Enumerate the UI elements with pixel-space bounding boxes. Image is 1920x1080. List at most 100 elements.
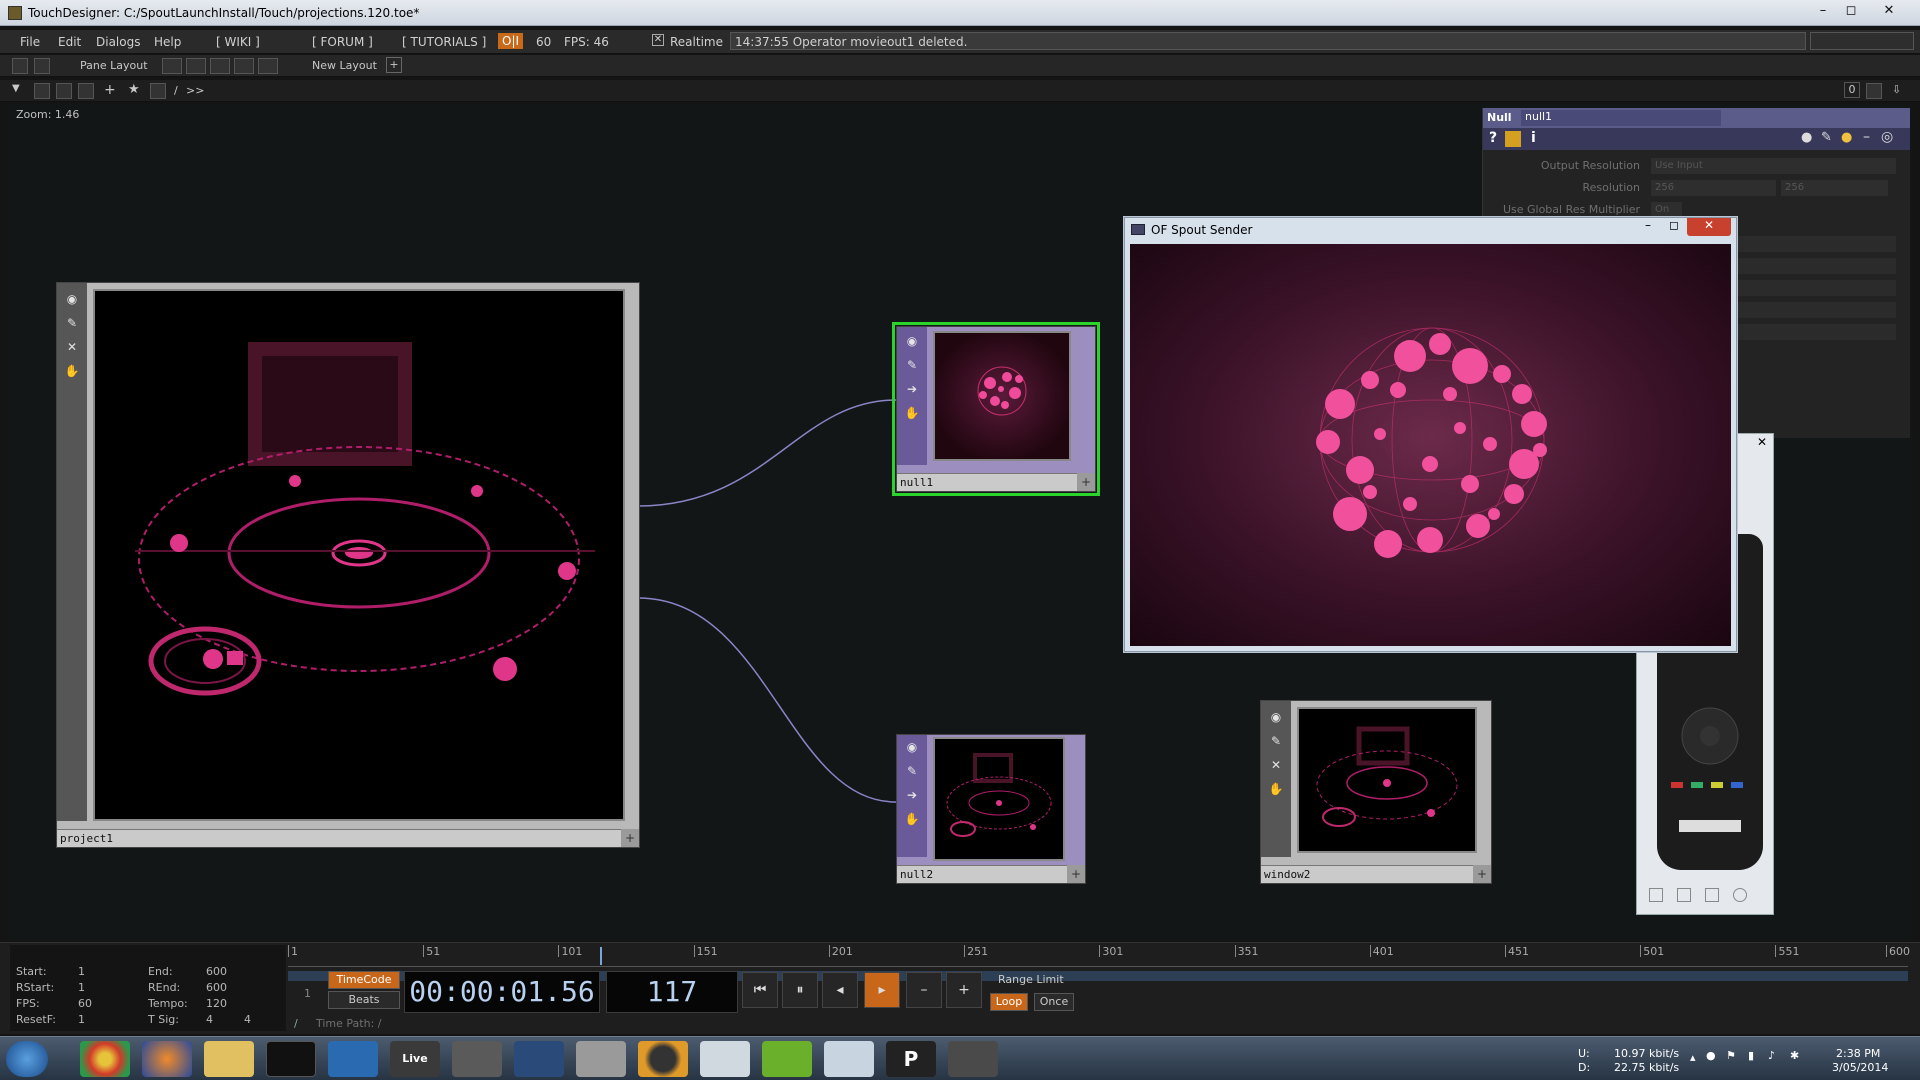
arrow-right-icon[interactable]: ➔ xyxy=(904,787,920,803)
target-fps[interactable]: 60 xyxy=(536,35,551,49)
help-icon[interactable]: ? xyxy=(1489,130,1497,146)
live-taskbar-icon[interactable]: Live xyxy=(390,1041,440,1077)
layout-3-icon[interactable] xyxy=(210,58,230,74)
lock-icon[interactable]: ✋ xyxy=(904,405,920,421)
decrement-button[interactable]: – xyxy=(906,972,942,1008)
window2-add-icon[interactable]: + xyxy=(1473,865,1491,883)
forum-link[interactable]: [ FORUM ] xyxy=(312,35,373,49)
rend-value[interactable]: 600 xyxy=(206,981,227,994)
once-toggle[interactable]: Once xyxy=(1034,993,1074,1011)
operator-name-field[interactable]: null1 xyxy=(1521,110,1721,126)
network-status-icon[interactable]: ● xyxy=(1706,1049,1716,1062)
target-icon[interactable]: ◎ xyxy=(1881,129,1893,145)
step-back-button[interactable]: ◂ xyxy=(822,972,858,1008)
viewer-icon[interactable]: ◉ xyxy=(904,739,920,755)
folder-taskbar-icon[interactable] xyxy=(514,1041,564,1077)
firefox-taskbar-icon[interactable] xyxy=(142,1041,192,1077)
bypass-icon[interactable]: ✎ xyxy=(904,357,920,373)
tsig-denominator[interactable]: 4 xyxy=(244,1013,251,1026)
timecode-display[interactable]: 00:00:01.56 xyxy=(404,971,600,1013)
chrome-taskbar-icon[interactable] xyxy=(80,1041,130,1077)
layout-5-icon[interactable] xyxy=(258,58,278,74)
python-help-icon[interactable] xyxy=(1505,131,1521,147)
resetf-value[interactable]: 1 xyxy=(78,1013,85,1026)
star-icon[interactable]: ★ xyxy=(128,82,140,97)
lock-icon[interactable]: ✋ xyxy=(1268,781,1284,797)
null1-add-icon[interactable]: + xyxy=(1077,473,1095,491)
comment-icon[interactable]: ● xyxy=(1801,130,1812,145)
start-value[interactable]: 1 xyxy=(78,965,85,978)
null2-viewer[interactable] xyxy=(933,737,1065,861)
lock-icon[interactable]: ✋ xyxy=(904,811,920,827)
network-path[interactable]: / xyxy=(174,84,178,97)
signal-icon[interactable]: ▮ xyxy=(1748,1049,1754,1062)
viewer-icon[interactable]: ◉ xyxy=(1268,709,1284,725)
arrow-right-icon[interactable]: ➔ xyxy=(904,381,920,397)
project1-viewer[interactable] xyxy=(93,289,625,821)
rewind-button[interactable]: ⏮ xyxy=(742,972,778,1008)
clock-date[interactable]: 3/05/2014 xyxy=(1832,1061,1888,1074)
sketch-taskbar-icon[interactable] xyxy=(762,1041,812,1077)
remote-tool-icon[interactable] xyxy=(1733,888,1747,902)
misc-taskbar-icon[interactable] xyxy=(948,1041,998,1077)
project1-add-icon[interactable]: + xyxy=(621,829,639,847)
null2-label[interactable]: null2 xyxy=(897,865,1067,883)
remote-tool-icon[interactable] xyxy=(1649,888,1663,902)
info-icon[interactable]: i xyxy=(1531,130,1536,146)
bypass-icon[interactable]: ✎ xyxy=(1268,733,1284,749)
tempo-value[interactable]: 120 xyxy=(206,997,227,1010)
loader-taskbar-icon[interactable] xyxy=(638,1041,688,1077)
python-icon[interactable]: ● xyxy=(1841,130,1852,145)
maximize-pane-icon[interactable] xyxy=(1866,83,1882,99)
menu-help[interactable]: Help xyxy=(154,35,181,49)
param-value[interactable]: Use Input xyxy=(1651,158,1896,174)
maximize-button[interactable]: ◻ xyxy=(1838,2,1864,20)
edit-icon[interactable]: ✎ xyxy=(1821,130,1832,145)
save-icon[interactable] xyxy=(150,83,166,99)
end-value[interactable]: 600 xyxy=(206,965,227,978)
pane-split-icon[interactable] xyxy=(34,58,50,74)
stop-icon[interactable] xyxy=(34,83,50,99)
start-button[interactable] xyxy=(6,1041,48,1077)
viewer-icon[interactable]: ◉ xyxy=(904,333,920,349)
clock-time[interactable]: 2:38 PM xyxy=(1836,1047,1880,1060)
pause-button[interactable]: ⏸ xyxy=(782,972,818,1008)
realtime-checkbox[interactable]: ✕ xyxy=(652,34,664,46)
bluetooth-icon[interactable]: ✱ xyxy=(1790,1049,1799,1062)
remote-tool-icon[interactable] xyxy=(1705,888,1719,902)
home-plus-icon[interactable]: + xyxy=(104,82,116,98)
pane-menu-icon[interactable]: ⇩ xyxy=(1892,83,1901,96)
p-taskbar-icon[interactable]: P xyxy=(886,1041,936,1077)
app-taskbar-icon[interactable] xyxy=(452,1041,502,1077)
layout-2-icon[interactable] xyxy=(186,58,206,74)
null1-viewer[interactable] xyxy=(933,331,1071,461)
console-taskbar-icon[interactable] xyxy=(266,1041,316,1077)
tsig-numerator[interactable]: 4 xyxy=(206,1013,213,1026)
minimize-button[interactable]: – xyxy=(1810,2,1836,20)
chevron-down-icon[interactable]: ▼ xyxy=(12,83,20,94)
close-node-icon[interactable]: ✕ xyxy=(64,339,80,355)
null2-add-icon[interactable]: + xyxy=(1067,865,1085,883)
back-icon[interactable] xyxy=(56,83,72,99)
bypass-icon[interactable]: ✎ xyxy=(64,315,80,331)
playhead[interactable] xyxy=(600,947,602,965)
increment-button[interactable]: + xyxy=(946,972,982,1008)
oi-toggle[interactable]: O|I xyxy=(498,33,524,49)
volume-icon[interactable]: ♪ xyxy=(1768,1049,1775,1062)
spout-sender-window[interactable]: OF Spout Sender – ◻ ✕ xyxy=(1124,217,1737,652)
time-path[interactable]: Time Path: / xyxy=(316,1017,382,1030)
collapse-icon[interactable]: – xyxy=(1863,129,1870,145)
media-taskbar-icon[interactable] xyxy=(328,1041,378,1077)
lock-icon[interactable]: ✋ xyxy=(64,363,80,379)
calculator-taskbar-icon[interactable] xyxy=(700,1041,750,1077)
menu-dialogs[interactable]: Dialogs xyxy=(96,35,140,49)
opengl-taskbar-icon[interactable] xyxy=(824,1041,874,1077)
remote-tool-icon[interactable] xyxy=(1677,888,1691,902)
null2-node[interactable]: ◉ ✎ ➔ ✋ null2 + xyxy=(896,734,1086,884)
add-layout-button[interactable]: + xyxy=(386,57,402,73)
project1-node[interactable]: ◉ ✎ ✕ ✋ project1 + xyxy=(56,282,640,848)
sender-close-button[interactable]: ✕ xyxy=(1687,218,1731,236)
timeline-ruler[interactable]: 1 51 101 151 201 251 301 351 401 451 501 551 600 xyxy=(288,945,1910,967)
null1-label[interactable]: null1 xyxy=(897,473,1077,491)
viewer-icon[interactable]: ◉ xyxy=(64,291,80,307)
